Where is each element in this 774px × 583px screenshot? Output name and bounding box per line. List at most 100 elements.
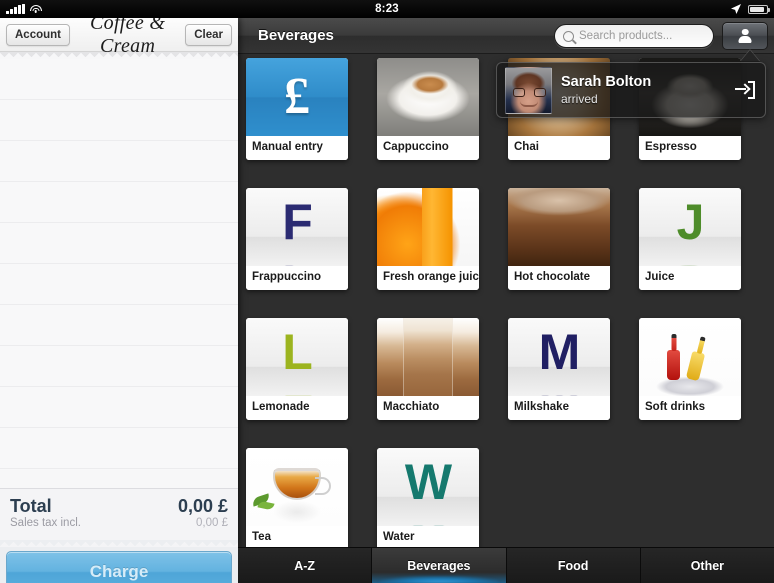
tab-a-z[interactable]: A-Z (238, 548, 373, 583)
tab-beverages[interactable]: Beverages (372, 548, 507, 583)
product-grid: £Manual entry Cappuccino Chai Espresso F Frap… (238, 54, 774, 550)
product-label: Macchiato (377, 396, 479, 420)
total-label: Total (10, 496, 52, 516)
product-tile[interactable]: Fresh orange juice (377, 188, 479, 290)
product-thumbnail: F (246, 188, 348, 266)
status-bar-clock: 8:23 (375, 3, 399, 15)
staff-avatar (505, 66, 552, 114)
product-photo (508, 188, 610, 266)
product-label: Hot chocolate (508, 266, 610, 290)
letter-placeholder: F (246, 188, 348, 266)
product-tile[interactable]: Soft drinks (639, 318, 741, 420)
product-tile[interactable]: J Juice (639, 188, 741, 290)
product-label: Cappuccino (377, 136, 479, 160)
leaf-icon (257, 500, 275, 511)
product-thumbnail: £ (246, 58, 348, 136)
search-input[interactable]: Search products... (554, 24, 714, 48)
popup-pointer-arrow (740, 50, 760, 62)
clear-button[interactable]: Clear (185, 23, 232, 46)
tax-label: Sales tax incl. (10, 517, 81, 529)
product-thumbnail (508, 188, 610, 266)
glass-detail (403, 318, 453, 396)
receipt-panel: Account Coffee & Cream Clear Total 0,00 … (0, 12, 238, 583)
receipt-line-items[interactable] (0, 59, 238, 470)
product-tile[interactable]: Macchiato (377, 318, 479, 420)
product-thumbnail (639, 318, 741, 396)
product-label: Espresso (639, 136, 741, 160)
receipt-empty-row (0, 223, 238, 264)
product-letter-glyph: F (246, 194, 348, 250)
receipt-empty-row (0, 141, 238, 182)
product-thumbnail: L (246, 318, 348, 396)
receipt-zigzag-bottom (0, 540, 238, 547)
totals-section: Total 0,00 £ Sales tax incl. 0,00 £ (0, 488, 238, 540)
product-tile[interactable]: L Lemonade (246, 318, 348, 420)
charge-button[interactable]: Charge (6, 551, 232, 583)
staff-arrival-notification[interactable]: Sarah Bolton arrived (496, 62, 766, 118)
product-letter-glyph: J (639, 194, 741, 250)
product-letter-glyph: W (377, 454, 479, 510)
smile-detail (520, 101, 538, 107)
pos-app-window: 8:23 Account Coffee & Cream Clear Total … (0, 0, 774, 583)
product-thumbnail (377, 58, 479, 136)
product-tile[interactable]: Cappuccino (377, 58, 479, 160)
product-thumbnail (377, 318, 479, 396)
tab-food[interactable]: Food (507, 548, 641, 583)
bottle-red-icon (667, 350, 680, 380)
product-label: Manual entry (246, 136, 348, 160)
product-label: Chai (508, 136, 610, 160)
product-letter-glyph: L (246, 324, 348, 380)
search-placeholder: Search products... (579, 30, 673, 42)
product-label: Juice (639, 266, 741, 290)
product-label: Soft drinks (639, 396, 741, 420)
product-thumbnail (246, 448, 348, 526)
search-icon (563, 30, 574, 42)
total-row: Total 0,00 £ (10, 496, 228, 517)
staff-status: arrived (561, 91, 598, 106)
account-button[interactable]: Account (6, 23, 70, 46)
product-label: Frappuccino (246, 266, 348, 290)
receipt-empty-row (0, 59, 238, 100)
tab-other[interactable]: Other (641, 548, 774, 583)
product-tile[interactable]: Tea (246, 448, 348, 550)
product-thumbnail: W (377, 448, 479, 526)
receipt-zigzag-top (0, 52, 238, 59)
product-label: Fresh orange juice (377, 266, 479, 290)
bottle-yellow-icon (685, 350, 706, 382)
sign-in-arrow-icon[interactable] (735, 80, 755, 100)
product-thumbnail: M (508, 318, 610, 396)
status-bar-right (730, 0, 770, 18)
total-value: 0,00 £ (177, 496, 228, 516)
location-arrow-icon (731, 4, 741, 14)
product-tile[interactable]: M Milkshake (508, 318, 610, 420)
receipt-empty-row (0, 182, 238, 223)
product-thumbnail (377, 188, 479, 266)
receipt-empty-row (0, 387, 238, 428)
user-account-button[interactable] (722, 22, 768, 50)
receipt-empty-row (0, 346, 238, 387)
charge-area: Charge (0, 547, 238, 583)
product-photo (246, 448, 348, 526)
product-photo (639, 318, 741, 396)
product-tile[interactable]: £ Manual entry (246, 58, 348, 160)
letter-placeholder: M (508, 318, 610, 396)
tax-value: 0,00 £ (196, 517, 228, 529)
receipt-empty-row (0, 428, 238, 469)
teacup-icon (273, 468, 331, 500)
person-icon (738, 28, 752, 44)
category-tab-bar: A-Z Beverages Food Other (238, 547, 774, 583)
product-tile[interactable]: F Frappuccino (246, 188, 348, 290)
product-tile[interactable]: Hot chocolate (508, 188, 610, 290)
letter-placeholder: W (377, 448, 479, 526)
product-photo (377, 318, 479, 396)
receipt-header: Account Coffee & Cream Clear (0, 12, 238, 57)
product-photo (377, 58, 479, 136)
notification-text: Sarah Bolton arrived (561, 73, 735, 108)
letter-placeholder: L (246, 318, 348, 396)
glasses-detail (513, 87, 546, 97)
tax-row: Sales tax incl. 0,00 £ (10, 517, 228, 529)
product-tile[interactable]: WWater (377, 448, 479, 550)
page-title: Beverages (258, 27, 334, 44)
product-label: Milkshake (508, 396, 610, 420)
product-label: Lemonade (246, 396, 348, 420)
